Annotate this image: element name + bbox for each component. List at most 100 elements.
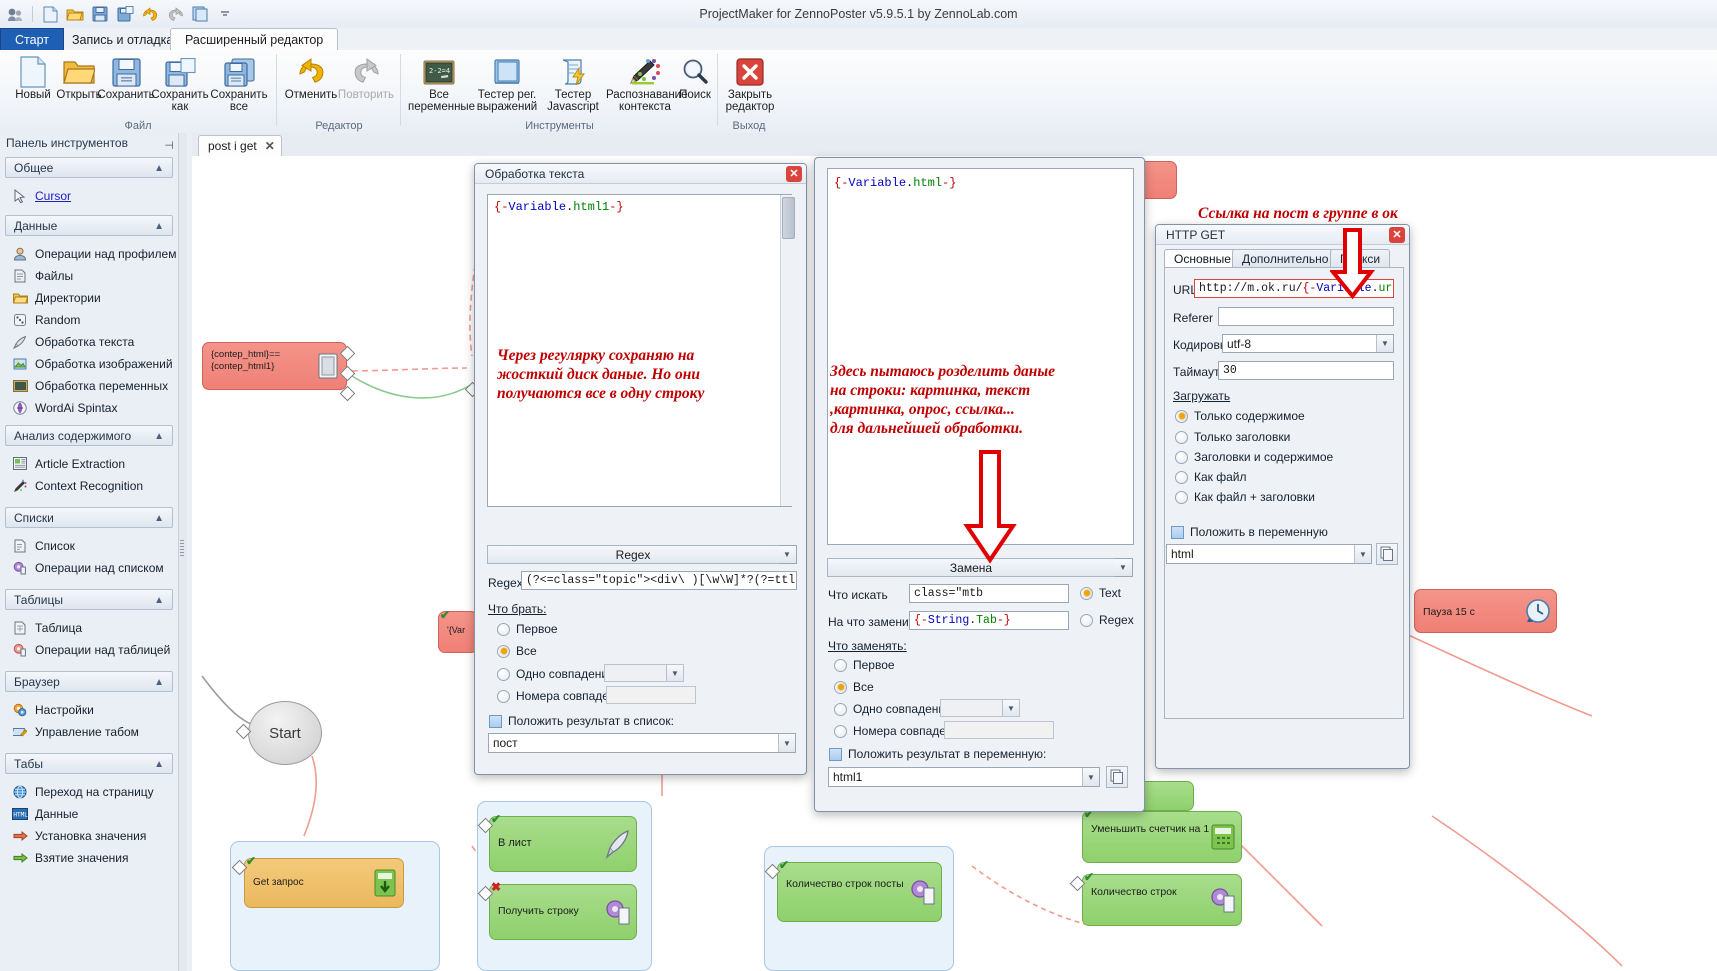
http-copy-variable-button[interactable] [1376, 543, 1398, 565]
decrement-counter-node[interactable]: Уменьшить счетчик на 1 [1082, 811, 1242, 863]
copy-variable-button[interactable] [1106, 766, 1128, 788]
search-input[interactable]: class="mtb [909, 584, 1069, 603]
radio-replace-one-match[interactable]: Одно совпадение [834, 702, 952, 716]
toolbox-item-text-processing[interactable]: Обработка текста [12, 331, 184, 352]
put-result-in-variable-checkbox[interactable]: Положить результат в переменную: [829, 747, 1046, 761]
toolbox-group-tables[interactable]: Таблицы ▲ [5, 589, 173, 610]
toolbox-group-content-analysis[interactable]: Анализ содержимого ▲ [5, 425, 173, 446]
referer-input[interactable] [1218, 307, 1394, 326]
ribbon-button-redo[interactable]: Повторить [335, 52, 397, 114]
replace-mode-dropdown[interactable]: ▼ [1114, 558, 1133, 577]
radio-as-file-plus-headers[interactable]: Как файл + заголовки [1175, 490, 1315, 504]
http-put-in-variable-checkbox[interactable]: Положить в переменную [1171, 525, 1328, 539]
radio-as-file[interactable]: Как файл [1175, 470, 1247, 484]
count-rows-posts-node[interactable]: Количество строк посты [777, 862, 942, 922]
dock-splitter-grip[interactable] [180, 540, 184, 558]
http-result-variable-combo[interactable]: html ▼ [1166, 544, 1372, 564]
radio-type-regex[interactable]: Regex [1080, 613, 1134, 627]
ribbon-button-close-editor[interactable]: Закрыть редактор [719, 52, 781, 114]
radio-replace-first[interactable]: Первое [834, 658, 895, 672]
ribbon-button-save[interactable]: Сохранить [95, 52, 157, 114]
toolbox-item-table-ops[interactable]: Операции над таблицей [12, 639, 184, 660]
tab-start[interactable]: Старт [0, 28, 64, 50]
close-icon[interactable]: ✕ [786, 166, 802, 182]
put-result-in-list-checkbox[interactable]: Положить результат в список: [489, 714, 674, 728]
close-icon[interactable]: ✕ [1389, 227, 1405, 243]
tab-advanced-editor[interactable]: Расширенный редактор [170, 28, 339, 51]
close-icon[interactable]: ✕ [265, 136, 275, 157]
start-node[interactable]: Start [248, 701, 322, 765]
get-request-node[interactable]: Get запрос [244, 858, 404, 908]
ribbon-button-undo[interactable]: Отменить [280, 52, 342, 114]
v-list-node[interactable]: В лист [489, 816, 637, 872]
undo-icon[interactable] [139, 3, 161, 25]
replace-input[interactable]: {-String.Tab-} [909, 611, 1069, 630]
result-list-combo[interactable]: пост ▼ [488, 733, 796, 753]
toolbox-item-profile-ops[interactable]: Операции над профилем [12, 243, 184, 264]
copy-icon[interactable] [189, 3, 211, 25]
quick-access-toolbar[interactable] [4, 2, 236, 26]
text-processing-input-scrollbar[interactable] [780, 195, 795, 506]
save-icon[interactable] [89, 3, 111, 25]
radio-headers-and-content[interactable]: Заголовки и содержимое [1175, 450, 1333, 464]
http-tab-main[interactable]: Основные [1164, 249, 1241, 268]
toolbox-group-data[interactable]: Данные ▲ [5, 215, 173, 236]
toolbox-item-directories[interactable]: Директории [12, 287, 184, 308]
toolbox-item-goto-page[interactable]: Переход на страницу [12, 781, 184, 802]
toolbox-item-table[interactable]: Таблица [12, 617, 184, 638]
project-icon[interactable] [4, 3, 26, 25]
toolbox-item-random[interactable]: Random [12, 309, 184, 330]
timeout-input[interactable]: 30 [1218, 361, 1394, 380]
document-tab[interactable]: post i get ✕ [198, 135, 282, 157]
toolbox-group-browser[interactable]: Браузер ▲ [5, 671, 173, 692]
toolbox-item-files[interactable]: Файлы [12, 265, 184, 286]
radio-take-one-match[interactable]: Одно совпадение [497, 667, 615, 681]
replace-one-match-combo[interactable]: ▼ [940, 699, 1020, 717]
get-string-node[interactable]: Получить строку [489, 884, 637, 940]
customize-icon[interactable] [214, 3, 236, 25]
new-icon[interactable] [39, 3, 61, 25]
toolbox-item-browser-settings[interactable]: Настройки [12, 699, 184, 720]
match-numbers-input[interactable] [606, 686, 696, 704]
radio-take-all[interactable]: Все [497, 644, 537, 658]
redo-icon[interactable] [164, 3, 186, 25]
save-as-icon[interactable] [114, 3, 136, 25]
radio-headers-only[interactable]: Только заголовки [1175, 430, 1290, 444]
replace-match-numbers-input[interactable] [944, 721, 1054, 739]
radio-type-text[interactable]: Text [1080, 586, 1121, 600]
http-tab-additional[interactable]: Дополнительно [1232, 249, 1339, 268]
radio-content-only[interactable]: Только содержимое [1175, 409, 1305, 423]
toolbox-group-lists[interactable]: Списки ▲ [5, 507, 173, 528]
toolbox-item-wordai-spintax[interactable]: WordAi Spintax [12, 397, 184, 418]
open-icon[interactable] [64, 3, 86, 25]
text-processing-mode-dropdown[interactable]: ▼ [778, 545, 797, 564]
ribbon-button-save-as[interactable]: Сохранить как [149, 52, 211, 114]
toolbox-item-tab-control[interactable]: Управление табом [12, 721, 184, 742]
toolbox-item-get-value[interactable]: Взятие значения [12, 847, 184, 868]
http-get-dialog[interactable]: HTTP GET ✕ Основные Дополнительно Прокси… [1155, 224, 1410, 769]
text-processing-input-scroll-thumb[interactable] [782, 197, 795, 239]
regex-input[interactable]: (?<=class="topic"><div\ )[\w\W]*?(?=ttl"… [521, 571, 797, 590]
toolbox-item-context-recognition[interactable]: Context Recognition [12, 475, 184, 496]
toolbox-item-image-processing[interactable]: Обработка изображений [12, 353, 184, 374]
pause-node[interactable]: Пауза 15 с [1414, 589, 1557, 633]
toolbox-item-list-ops[interactable]: Операции над списком [12, 557, 184, 578]
toolbox-item-variable-processing[interactable]: Обработка переменных [12, 375, 184, 396]
toolbox-item-set-value[interactable]: Установка значения [12, 825, 184, 846]
radio-replace-all[interactable]: Все [834, 680, 874, 694]
one-match-combo[interactable]: ▼ [604, 664, 684, 682]
result-variable-combo[interactable]: html1 ▼ [828, 767, 1100, 787]
toolbox-item-data[interactable]: HTML Данные [12, 803, 184, 824]
radio-take-first[interactable]: Первое [497, 622, 558, 636]
tab-record-debug[interactable]: Запись и отладка [57, 28, 188, 50]
ribbon-button-all-variables[interactable]: 2-2=4 Все переменные [408, 52, 475, 114]
toolbox-item-article-extraction[interactable]: Article Extraction [12, 453, 184, 474]
count-rows-node-2[interactable]: Количество строк [1082, 874, 1242, 926]
toolbox-group-general[interactable]: Общее ▲ [5, 157, 173, 178]
toolbox-group-tabs[interactable]: Табы ▲ [5, 753, 173, 774]
ribbon-button-save-all[interactable]: Сохранить все [208, 52, 270, 114]
toolbox-item-cursor[interactable]: Cursor [12, 185, 184, 206]
encoding-combo[interactable]: utf-8 ▼ [1222, 334, 1394, 353]
text-processing-mode-button[interactable]: Regex [487, 545, 779, 564]
pin-icon[interactable]: ⊣ [164, 136, 174, 156]
